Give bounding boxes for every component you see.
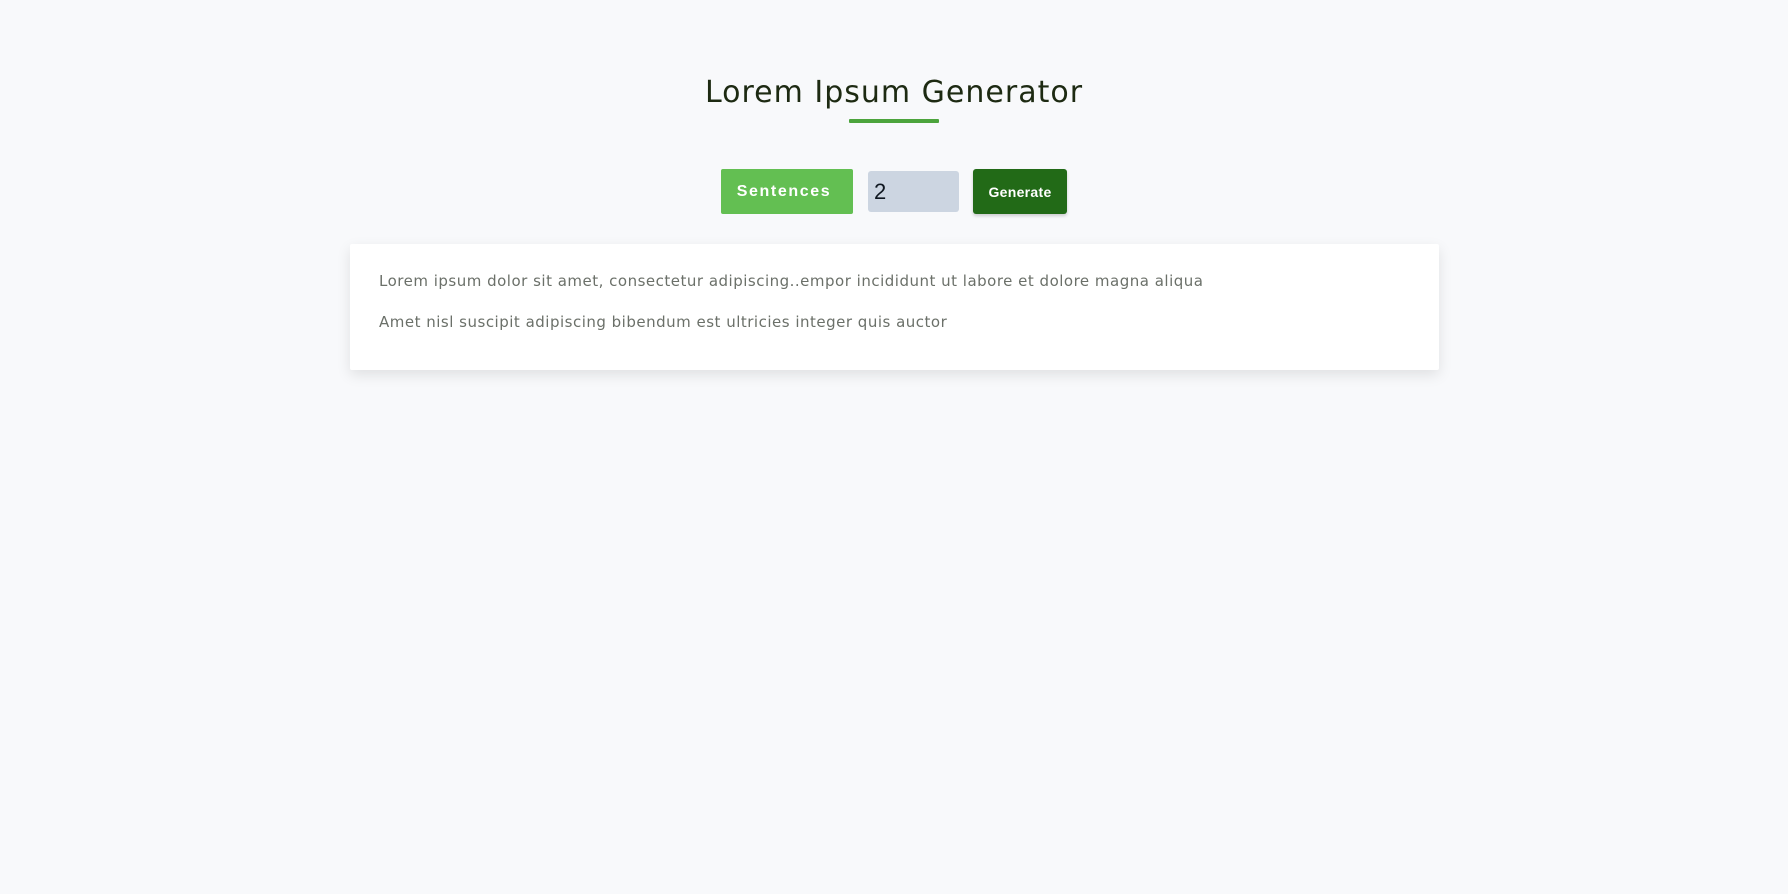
page-title: Lorem Ipsum Generator [704, 75, 1084, 110]
generate-button[interactable]: Generate [973, 169, 1067, 214]
result-card: Lorem ipsum dolor sit amet, consectetur … [350, 244, 1439, 370]
page: Lorem Ipsum Generator Sentences Generate… [0, 0, 1788, 894]
result-paragraph: Amet nisl suscipit adipiscing bibendum e… [379, 313, 948, 331]
type-select-label: Sentences [736, 182, 832, 200]
result-paragraph: Lorem ipsum dolor sit amet, consectetur … [379, 272, 1204, 290]
type-select[interactable]: Sentences [721, 169, 853, 214]
count-input[interactable] [868, 171, 959, 212]
title-underline [849, 119, 939, 123]
